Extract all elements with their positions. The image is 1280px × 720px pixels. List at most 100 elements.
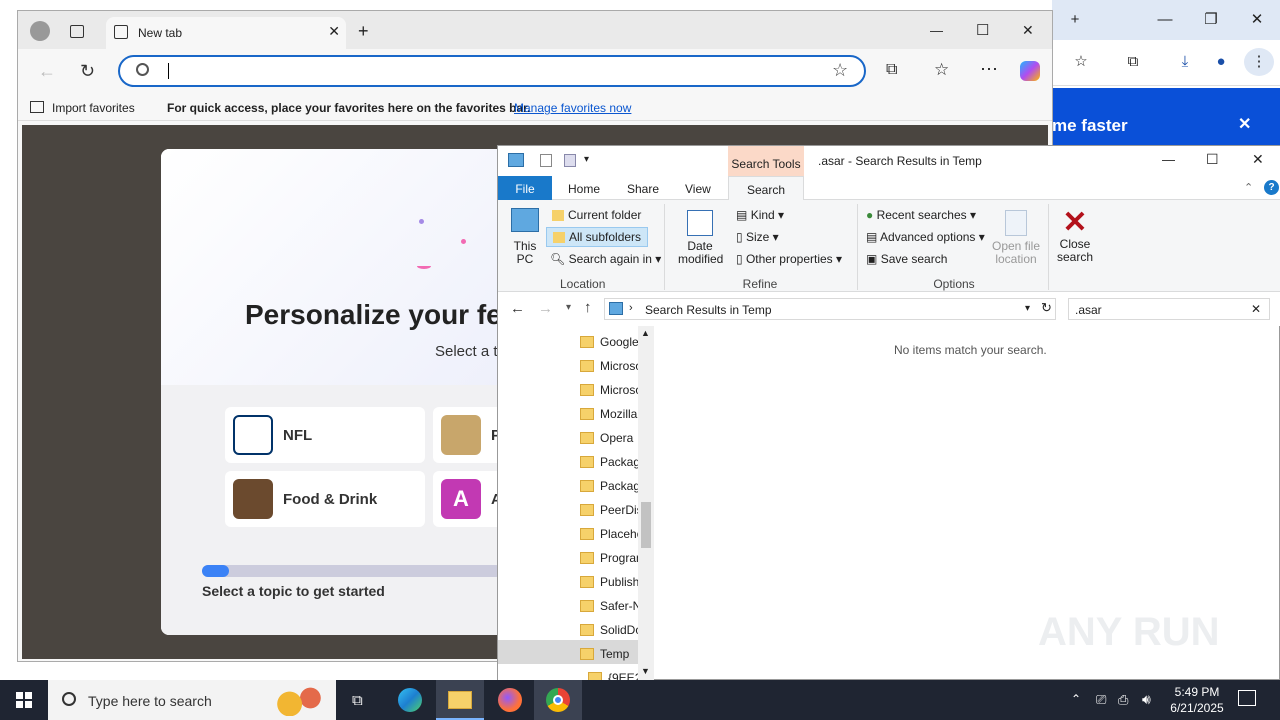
back-arrow-icon[interactable]: ←: [38, 61, 56, 82]
search-box[interactable]: .asar ✕: [1068, 298, 1270, 320]
scroll-down-icon[interactable]: ▼: [641, 666, 650, 676]
collapse-ribbon-icon[interactable]: ⌃: [1244, 181, 1253, 194]
current-folder-button[interactable]: Current folder: [548, 206, 645, 226]
taskbar-explorer-button[interactable]: [436, 680, 484, 720]
address-bar[interactable]: ☆: [118, 55, 866, 87]
favorite-star-icon[interactable]: ☆: [832, 60, 848, 81]
extensions-icon[interactable]: ⧉: [886, 61, 897, 79]
import-favorites-link[interactable]: Import favorites: [52, 101, 135, 115]
search-again-in-button[interactable]: 🔍︎ Search again in ▾: [550, 252, 661, 266]
kind-button[interactable]: ▤ Kind ▾: [736, 208, 784, 222]
favorites-icon[interactable]: ☆: [934, 60, 949, 80]
back-arrow-icon[interactable]: ←: [510, 300, 525, 317]
copilot-icon[interactable]: [1020, 61, 1040, 81]
tree-scrollbar[interactable]: ▲ ▼: [638, 326, 654, 680]
new-folder-icon[interactable]: [564, 154, 576, 167]
tab-close-icon[interactable]: ✕: [328, 23, 340, 40]
profile-icon[interactable]: ●: [1206, 48, 1236, 76]
tree-item[interactable]: Opera: [580, 424, 638, 448]
tree-item[interactable]: SolidDo: [580, 616, 638, 640]
up-arrow-icon[interactable]: ↑: [584, 299, 592, 316]
download-icon[interactable]: ⤓: [1170, 48, 1200, 76]
taskbar-chrome-button[interactable]: [534, 680, 582, 720]
explorer-close-button[interactable]: ✕: [1252, 151, 1264, 168]
advanced-options-button[interactable]: ▤ Advanced options ▾: [866, 230, 985, 244]
explorer-maximize-button[interactable]: ☐: [1206, 151, 1219, 168]
bookmark-star-icon[interactable]: ☆: [1066, 48, 1096, 76]
tree-item[interactable]: Packag: [580, 472, 638, 496]
chrome-new-tab-button[interactable]: +: [1060, 6, 1090, 34]
device-icon[interactable]: ⎚: [1096, 692, 1106, 708]
recent-searches-button[interactable]: ● Recent searches ▾: [866, 208, 976, 222]
size-label: Size: [745, 230, 770, 244]
tree-item[interactable]: Microso: [580, 352, 638, 376]
save-search-button[interactable]: ▣ Save search: [866, 252, 947, 266]
taskbar-search-box[interactable]: Type here to search: [48, 680, 336, 720]
folder-icon: [580, 383, 594, 396]
date-modified-button[interactable]: Date modified: [670, 210, 730, 266]
chrome-menu-icon[interactable]: ⋮: [1244, 48, 1274, 76]
tree-item[interactable]: PeerDis: [580, 496, 638, 520]
notifications-icon[interactable]: [1238, 690, 1256, 706]
chrome-icon: [546, 688, 570, 712]
settings-menu-icon[interactable]: ⋯: [980, 59, 998, 80]
manage-favorites-link[interactable]: Manage favorites now: [514, 101, 631, 115]
tree-item[interactable]: Microso: [580, 376, 638, 400]
size-button[interactable]: ▯ Size ▾: [736, 230, 779, 244]
tree-item[interactable]: Mozilla: [580, 400, 638, 424]
forward-arrow-icon[interactable]: →: [538, 300, 553, 317]
chrome-close-button[interactable]: ✕: [1242, 6, 1272, 34]
tree-item[interactable]: Placeho: [580, 520, 638, 544]
refresh-icon[interactable]: ↻: [80, 61, 95, 82]
chrome-restore-button[interactable]: ❐: [1196, 6, 1226, 34]
tab-file[interactable]: File: [498, 176, 552, 200]
banner-close-icon[interactable]: ✕: [1238, 114, 1251, 134]
tree-item[interactable]: Temp: [498, 640, 638, 664]
volume-icon[interactable]: 🔊︎: [1142, 691, 1151, 708]
start-button[interactable]: [0, 680, 48, 720]
close-search-button[interactable]: ✕ Close search: [1054, 208, 1096, 264]
help-icon[interactable]: ?: [1264, 180, 1279, 195]
edge-icon: [398, 688, 422, 712]
tab-view[interactable]: View: [685, 182, 711, 196]
open-file-location-button[interactable]: Open file location: [988, 210, 1044, 266]
clear-search-icon[interactable]: ✕: [1251, 302, 1261, 316]
scrollbar-thumb[interactable]: [641, 502, 651, 548]
tree-item[interactable]: Publish: [580, 568, 638, 592]
address-dropdown-icon[interactable]: ▾: [1025, 303, 1030, 314]
tab-actions-icon[interactable]: [70, 25, 84, 38]
maximize-button[interactable]: ☐: [976, 21, 989, 39]
profile-avatar-icon[interactable]: [30, 21, 50, 41]
refresh-icon[interactable]: ↻: [1041, 300, 1052, 316]
minimize-button[interactable]: —: [930, 23, 943, 38]
tree-item[interactable]: Packag: [580, 448, 638, 472]
tab-share[interactable]: Share: [627, 182, 659, 196]
taskbar-firefox-button[interactable]: [486, 680, 534, 720]
quick-access-dropdown-icon[interactable]: ▾: [584, 154, 589, 165]
explorer-minimize-button[interactable]: —: [1162, 152, 1175, 167]
clock[interactable]: 5:49 PM 6/21/2025: [1166, 684, 1228, 716]
close-button[interactable]: ✕: [1022, 22, 1034, 39]
topic-food-drink[interactable]: Food & Drink: [225, 471, 425, 527]
tab-home[interactable]: Home: [568, 182, 600, 196]
this-pc-button[interactable]: This PC: [510, 208, 540, 266]
tree-item[interactable]: Google: [580, 328, 638, 352]
tab-search[interactable]: Search: [728, 176, 804, 201]
properties-icon[interactable]: [540, 154, 552, 167]
other-properties-button[interactable]: ▯ Other properties ▾: [736, 252, 842, 266]
taskbar-edge-button[interactable]: [386, 680, 434, 720]
show-hidden-icons-icon[interactable]: ⌃: [1071, 692, 1081, 706]
tree-item[interactable]: Progran: [580, 544, 638, 568]
tree-item[interactable]: Safer-N: [580, 592, 638, 616]
recent-locations-icon[interactable]: ▾: [566, 302, 571, 313]
topic-nfl[interactable]: NFL: [225, 407, 425, 463]
chrome-minimize-button[interactable]: —: [1150, 6, 1180, 34]
scroll-up-icon[interactable]: ▲: [641, 328, 650, 338]
tab-new-tab[interactable]: New tab ✕: [106, 17, 346, 49]
all-subfolders-button[interactable]: All subfolders: [546, 227, 649, 247]
new-tab-button[interactable]: +: [358, 21, 369, 42]
network-icon[interactable]: ⎙: [1118, 692, 1128, 708]
address-box[interactable]: › Search Results in Temp ▾ ↻: [604, 298, 1056, 320]
task-view-button[interactable]: ⧉: [336, 680, 384, 720]
extensions-icon[interactable]: ⧉: [1118, 48, 1148, 76]
